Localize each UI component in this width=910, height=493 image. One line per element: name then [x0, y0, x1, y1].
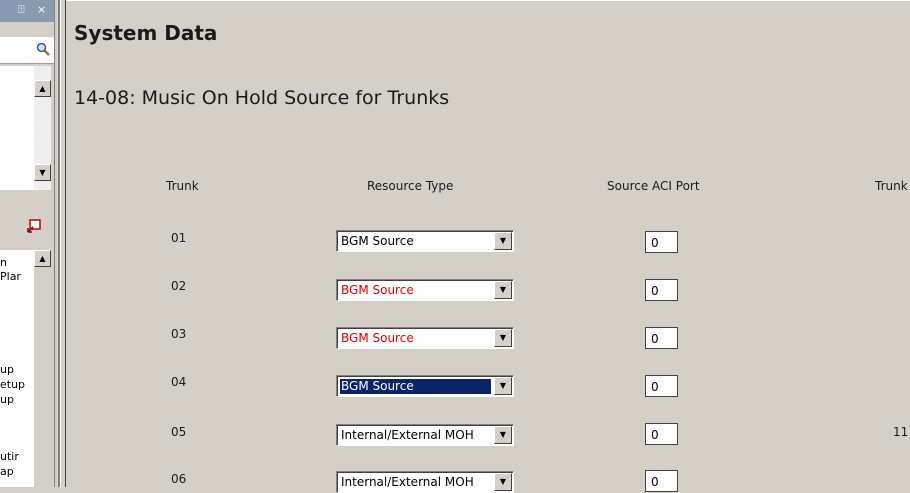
dropdown-arrow-icon[interactable]: ▼: [494, 232, 512, 250]
trunk-number: 02: [171, 279, 187, 293]
trunk-number: 01: [171, 231, 187, 245]
trunk-number: 05: [171, 425, 187, 439]
dropdown-arrow-icon[interactable]: ▼: [494, 426, 512, 444]
trunk-number: 04: [171, 375, 187, 389]
list-item[interactable]: up: [0, 363, 14, 376]
list-item[interactable]: n: [0, 256, 7, 269]
source-port-input[interactable]: 0: [645, 423, 678, 445]
left-dock-panel: ⍐ × ▲ ▼ n Plar up etup up utir ap ▲: [0, 0, 58, 487]
resource-type-select[interactable]: BGM Source ▼: [336, 230, 514, 252]
header-trunk-right: Trunk: [875, 179, 908, 193]
window-restore-icon[interactable]: [27, 219, 41, 233]
resource-type-select[interactable]: Internal/External MOH ▼: [336, 471, 514, 493]
list-item[interactable]: Plar: [0, 270, 21, 283]
select-value: Internal/External MOH: [341, 428, 474, 442]
header-trunk: Trunk: [166, 179, 199, 193]
panel-splitter[interactable]: [54, 0, 66, 487]
resource-type-select[interactable]: BGM Source ▼: [336, 375, 514, 397]
list-item[interactable]: utir: [0, 450, 19, 463]
source-port-input[interactable]: 0: [645, 279, 678, 301]
panel-titlebar: ⍐ ×: [0, 0, 58, 22]
source-port-input[interactable]: 0: [645, 231, 678, 253]
source-port-input[interactable]: 0: [645, 375, 678, 397]
trunk-number: 06: [171, 472, 187, 486]
scroll-up-icon[interactable]: ▲: [34, 80, 51, 97]
select-value: BGM Source: [341, 283, 414, 297]
select-value: BGM Source: [341, 331, 414, 345]
section-title: 14-08: Music On Hold Source for Trunks: [74, 87, 450, 109]
scroll-up-icon[interactable]: ▲: [34, 250, 51, 267]
dropdown-arrow-icon[interactable]: ▼: [494, 281, 512, 299]
list-item[interactable]: ap: [0, 465, 14, 478]
resource-type-select[interactable]: Internal/External MOH ▼: [336, 424, 514, 446]
trunk-number-right: 11: [893, 425, 909, 439]
pin-icon[interactable]: ⍐: [18, 3, 25, 17]
dropdown-arrow-icon[interactable]: ▼: [494, 377, 512, 395]
select-value: Internal/External MOH: [341, 475, 474, 489]
panel-upper-list[interactable]: [0, 66, 35, 190]
main-content: System Data 14-08: Music On Hold Source …: [66, 0, 910, 493]
resource-type-select[interactable]: BGM Source ▼: [336, 327, 514, 349]
header-resource-type: Resource Type: [367, 179, 454, 193]
page-title: System Data: [74, 21, 218, 45]
source-port-input[interactable]: 0: [645, 327, 678, 349]
close-icon[interactable]: ×: [37, 3, 46, 16]
list-item[interactable]: up: [0, 393, 14, 406]
panel-lower-scrollbar[interactable]: ▲: [34, 250, 51, 487]
header-source-aci-port: Source ACI Port: [607, 179, 700, 193]
dropdown-arrow-icon[interactable]: ▼: [494, 329, 512, 347]
panel-upper-scrollbar[interactable]: ▲ ▼: [34, 66, 51, 190]
panel-search-box[interactable]: [0, 37, 56, 64]
panel-lower-list[interactable]: n Plar up etup up utir ap: [0, 250, 34, 487]
scroll-down-icon[interactable]: ▼: [34, 164, 51, 181]
trunk-number: 03: [171, 327, 187, 341]
select-value: BGM Source: [341, 234, 414, 248]
magnifier-icon[interactable]: [36, 42, 50, 60]
select-value: BGM Source: [340, 379, 491, 394]
dropdown-arrow-icon[interactable]: ▼: [494, 473, 512, 491]
source-port-input[interactable]: 0: [645, 470, 678, 492]
resource-type-select[interactable]: BGM Source ▼: [336, 279, 514, 301]
list-item[interactable]: etup: [0, 378, 25, 391]
